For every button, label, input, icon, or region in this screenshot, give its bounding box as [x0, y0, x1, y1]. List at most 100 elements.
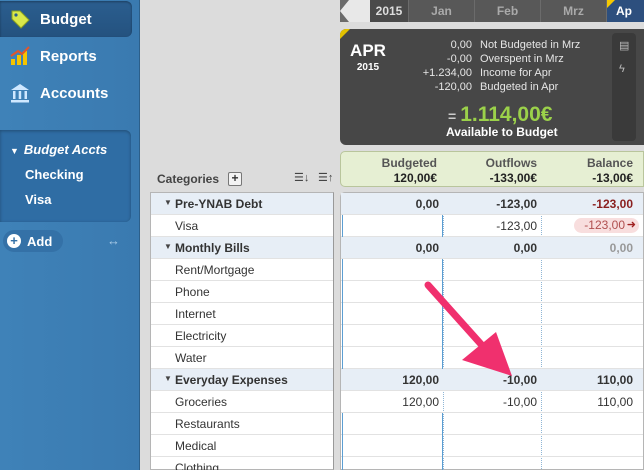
category-group-name: Monthly Bills [175, 241, 250, 255]
swap-arrows-icon[interactable]: ↔ [107, 233, 120, 248]
category-name: Phone [175, 285, 210, 299]
budget-row [341, 303, 643, 325]
nav-budget[interactable]: Budget [0, 1, 132, 37]
balance-title: Balance [586, 156, 633, 170]
category-row[interactable]: Restaurants [151, 413, 333, 435]
budget-row [341, 347, 643, 369]
nav-reports[interactable]: Reports [0, 38, 132, 74]
outflows-cell[interactable]: -10,00 [441, 395, 537, 409]
budget-input[interactable] [342, 303, 443, 325]
account-visa[interactable]: Visa [25, 192, 52, 207]
summary-value: +1.234,00 [422, 67, 472, 79]
category-row[interactable]: Rent/Mortgage [151, 259, 333, 281]
summary-label: Overspent in Mrz [480, 53, 564, 65]
category-row[interactable]: Electricity [151, 325, 333, 347]
budgeted-cell[interactable]: 120,00 [341, 395, 439, 409]
outflows-total: -133,00€ [489, 171, 537, 185]
budget-row [341, 259, 643, 281]
notes-icon[interactable]: ▤ [619, 39, 629, 52]
category-name: Medical [175, 439, 217, 453]
budget-input[interactable] [342, 259, 443, 281]
category-row[interactable]: Water [151, 347, 333, 369]
category-row[interactable]: Internet [151, 303, 333, 325]
budget-row: 120,00 -10,00 110,00 [341, 391, 643, 413]
available-amount: 1.114,00€ [460, 103, 553, 126]
column-header: Budgeted 120,00€ Outflows -133,00€ Balan… [340, 151, 644, 187]
sort-expand-icon[interactable]: ☰↑ [318, 171, 333, 184]
add-category-button[interactable]: + [228, 172, 242, 186]
summary-label: Budgeted in Apr [480, 81, 559, 93]
budget-input[interactable] [342, 347, 443, 369]
budget-summary: APR 2015 0,00 Not Budgeted in Mrz -0,00 … [340, 29, 644, 145]
nav-budget-label: Budget [40, 10, 92, 28]
nav-accounts-label: Accounts [40, 84, 109, 102]
add-account-button[interactable]: + Add [3, 230, 63, 252]
category-row[interactable]: Clothing [151, 457, 333, 470]
category-row[interactable]: Groceries [151, 391, 333, 413]
outflows-cell[interactable]: -123,00 [441, 219, 537, 233]
budget-input[interactable] [342, 215, 443, 237]
budget-input[interactable] [342, 325, 443, 347]
month-tab-apr[interactable]: Ap [607, 0, 644, 22]
balance-cell: 110,00 [596, 373, 633, 387]
budgeted-column-header: Budgeted 120,00€ [341, 156, 437, 185]
budgeted-title: Budgeted [381, 156, 437, 170]
budget-input[interactable] [342, 281, 443, 303]
add-account-label: Add [27, 233, 53, 249]
category-group-row[interactable]: ▼ Pre-YNAB Debt [151, 193, 333, 215]
category-row[interactable]: Medical [151, 435, 333, 457]
budget-row: 0,00 -123,00 -123,00 [341, 193, 643, 215]
budget-row [341, 281, 643, 303]
budget-input[interactable] [342, 457, 443, 470]
nav-accounts[interactable]: Accounts [0, 75, 132, 111]
month-tab-feb[interactable]: Feb [475, 0, 540, 22]
budget-row [341, 457, 643, 470]
balance-column-header: Balance -13,00€ [541, 156, 633, 185]
outflows-cell: -123,00 [496, 197, 537, 211]
summary-value: -120,00 [434, 81, 472, 93]
month-tab-mrz[interactable]: Mrz [541, 0, 606, 22]
resize-handle[interactable]: ⋮ [336, 345, 345, 361]
budget-accounts-toggle[interactable]: ▼ Budget Accts [10, 142, 107, 157]
balance-cell: -123,00 [592, 197, 633, 211]
summary-row-overspent: -0,00 Overspent in Mrz [400, 53, 564, 67]
triangle-down-icon[interactable]: ▼ [164, 374, 172, 383]
budget-accounts-header: Budget Accts [23, 142, 108, 157]
category-row[interactable]: Phone [151, 281, 333, 303]
lightning-icon[interactable]: ϟ [619, 63, 625, 75]
balance-cell: 0,00 [609, 241, 633, 255]
categories-title: Categories [157, 172, 220, 186]
category-row[interactable]: Visa [151, 215, 333, 237]
budget-input[interactable] [342, 435, 443, 457]
sidebar: Budget Reports Accounts ▼ Budget Accts Ch… [0, 0, 140, 470]
summary-row-not-budgeted: 0,00 Not Budgeted in Mrz [400, 39, 581, 53]
budgeted-total: 120,00€ [393, 171, 437, 185]
month-bar-year: 2015 [370, 0, 408, 22]
category-name: Groceries [175, 395, 228, 409]
sort-collapse-icon[interactable]: ☰↓ [294, 171, 309, 184]
summary-side-panel: ▤ ϟ [612, 33, 636, 141]
budget-row: 0,00 0,00 0,00 [341, 237, 643, 259]
overspent-balance-pill[interactable]: -123,00 ➜ [574, 218, 639, 233]
category-group-row[interactable]: ▼ Everyday Expenses [151, 369, 333, 391]
summary-month: APR [350, 41, 386, 60]
triangle-down-icon[interactable]: ▼ [164, 242, 172, 251]
nav-reports-label: Reports [40, 47, 97, 65]
category-name: Clothing [175, 461, 220, 470]
budgeted-cell: 120,00 [402, 373, 439, 387]
budget-row [341, 413, 643, 435]
summary-row-income: +1.234,00 Income for Apr [400, 67, 552, 81]
month-tab-jan[interactable]: Jan [409, 0, 474, 22]
category-name: Electricity [175, 329, 227, 343]
account-checking[interactable]: Checking [25, 167, 84, 182]
budget-row: -123,00 -123,00 ➜ [341, 215, 643, 237]
outflows-cell: 0,00 [513, 241, 537, 255]
category-name: Internet [175, 307, 216, 321]
summary-label: Income for Apr [480, 67, 552, 79]
budget-row: 120,00 -10,00 110,00 [341, 369, 643, 391]
category-list: ▼ Pre-YNAB Debt Visa ▼ Monthly Bills Rent/… [150, 192, 334, 470]
category-group-row[interactable]: ▼ Monthly Bills [151, 237, 333, 259]
budget-input[interactable] [342, 413, 443, 435]
budget-accounts-panel: ▼ Budget Accts Checking Visa [0, 130, 131, 222]
triangle-down-icon[interactable]: ▼ [164, 198, 172, 207]
